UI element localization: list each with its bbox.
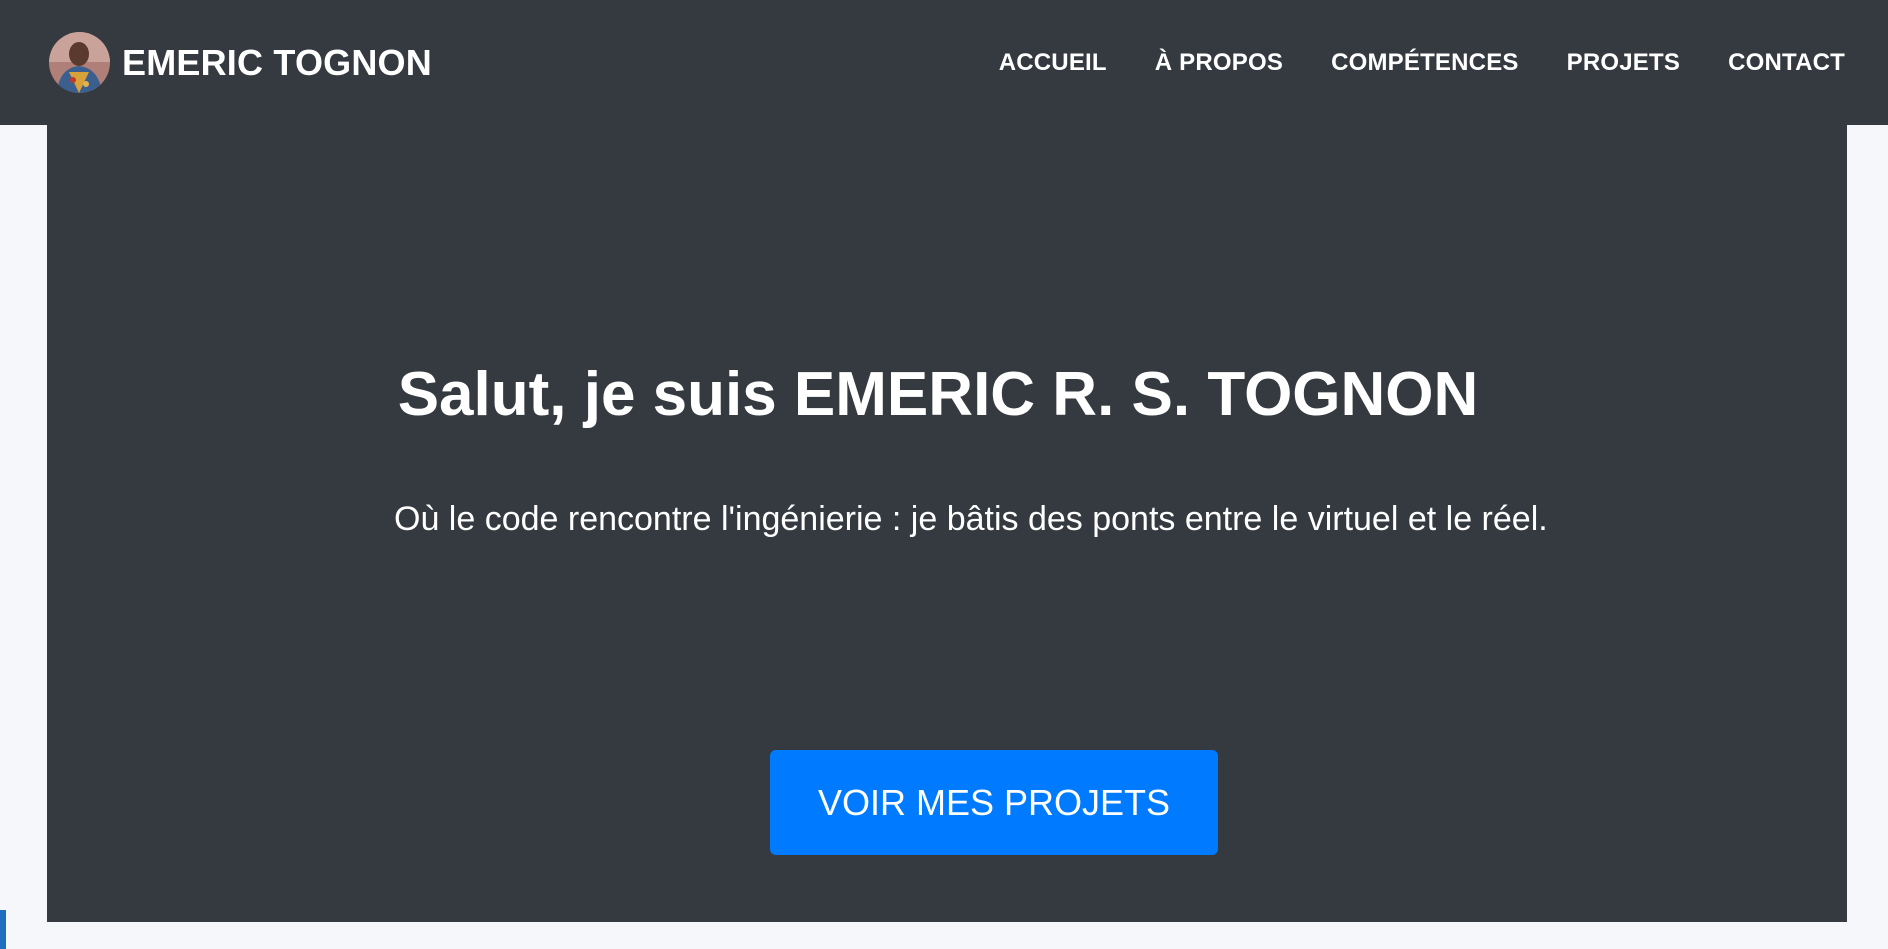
hero-tagline: Où le code rencontre l'ingénierie : je b… xyxy=(394,500,1548,538)
hero-title: Salut, je suis EMERIC R. S. TOGNON xyxy=(397,360,1479,429)
brand-name: EMERIC TOGNON xyxy=(122,41,432,83)
brand-link[interactable]: EMERIC TOGNON xyxy=(49,32,432,93)
nav-link-projets[interactable]: PROJETS xyxy=(1567,49,1680,77)
nav-link-a-propos[interactable]: À PROPOS xyxy=(1155,49,1283,77)
hero-section: Salut, je suis EMERIC R. S. TOGNON Où le… xyxy=(47,125,1847,922)
avatar xyxy=(49,32,110,93)
nav-link-accueil[interactable]: ACCUEIL xyxy=(999,49,1107,77)
nav-link-contact[interactable]: CONTACT xyxy=(1728,49,1845,77)
avatar-image xyxy=(49,32,110,93)
view-projects-button[interactable]: VOIR MES PROJETS xyxy=(770,750,1218,855)
navbar: EMERIC TOGNON ACCUEIL À PROPOS COMPÉTENC… xyxy=(0,0,1888,125)
nav-links: ACCUEIL À PROPOS COMPÉTENCES PROJETS CON… xyxy=(951,49,1845,77)
page: EMERIC TOGNON ACCUEIL À PROPOS COMPÉTENC… xyxy=(0,0,1888,949)
nav-link-competences[interactable]: COMPÉTENCES xyxy=(1331,49,1519,77)
window-edge-accent xyxy=(0,910,6,949)
